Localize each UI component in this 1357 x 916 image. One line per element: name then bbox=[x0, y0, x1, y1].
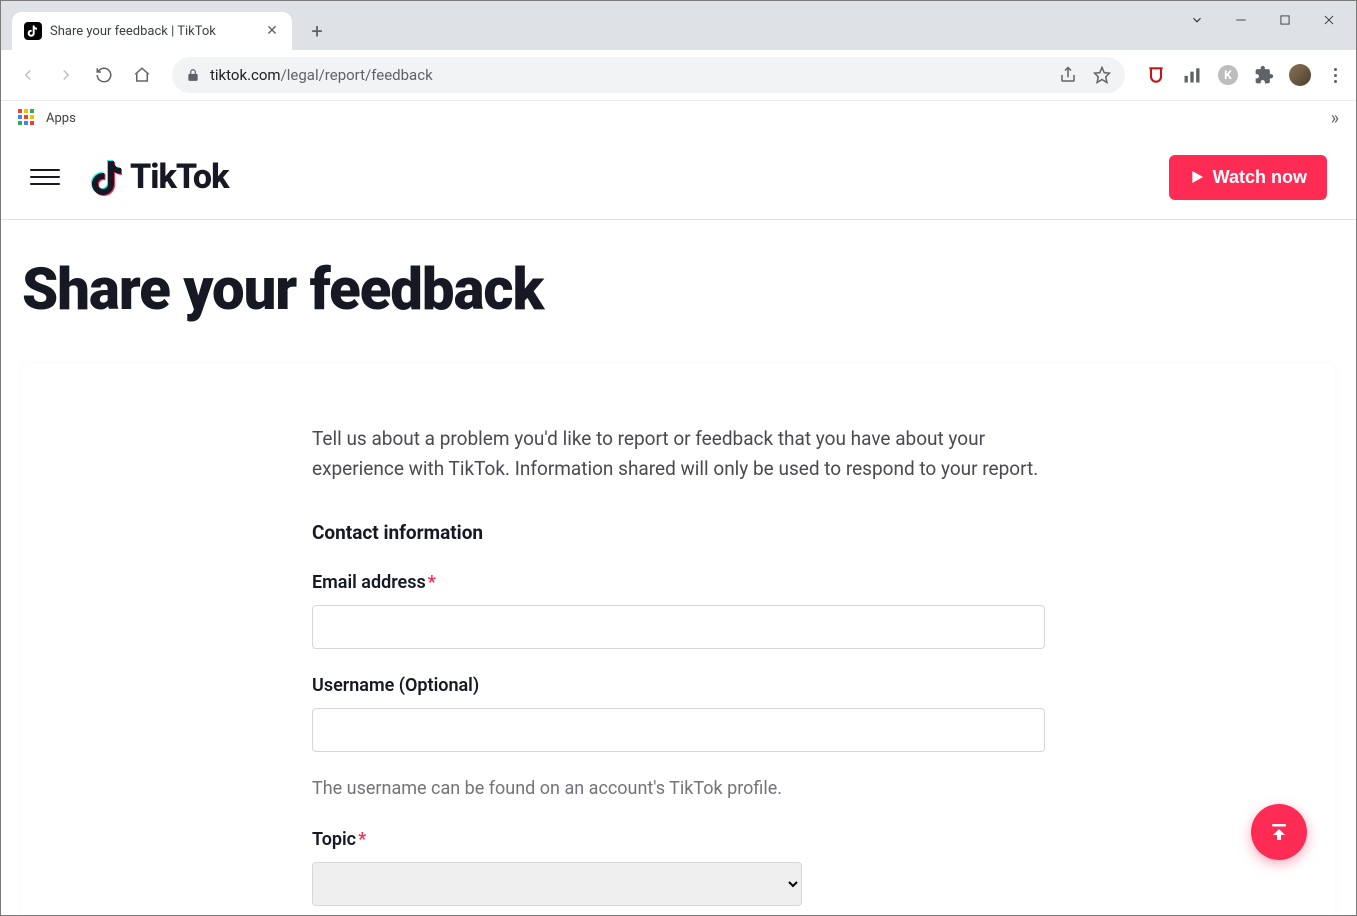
page-viewport[interactable]: TikTok Watch now Share your feedback Tel… bbox=[0, 135, 1357, 916]
email-field-group: Email address* bbox=[312, 572, 1045, 649]
logo-text: TikTok bbox=[130, 157, 228, 197]
extensions-button[interactable] bbox=[1253, 64, 1275, 86]
tab-bar: Share your feedback | TikTok ✕ + bbox=[0, 0, 1357, 50]
bookmark-star-icon[interactable] bbox=[1093, 66, 1111, 84]
bookmarks-bar: Apps » bbox=[0, 100, 1357, 135]
maximize-button[interactable] bbox=[1265, 4, 1305, 36]
apps-grid-icon[interactable] bbox=[18, 109, 36, 127]
arrow-up-to-line-icon bbox=[1267, 820, 1291, 844]
tiktok-logo[interactable]: TikTok bbox=[90, 157, 228, 197]
chevron-down-icon[interactable] bbox=[1177, 4, 1217, 36]
username-label: Username (Optional) bbox=[312, 675, 1045, 696]
page-title: Share your feedback bbox=[22, 256, 1335, 324]
browser-menu-button[interactable] bbox=[1325, 68, 1345, 83]
forward-button[interactable] bbox=[50, 59, 82, 91]
scroll-to-top-button[interactable] bbox=[1251, 804, 1307, 860]
intro-text: Tell us about a problem you'd like to re… bbox=[312, 424, 1045, 485]
topic-field-group: Topic* bbox=[312, 829, 1045, 906]
close-window-button[interactable] bbox=[1309, 4, 1349, 36]
extension-analytics-icon[interactable] bbox=[1181, 64, 1203, 86]
topic-label: Topic* bbox=[312, 829, 1045, 850]
hamburger-menu-button[interactable] bbox=[30, 169, 60, 185]
window-controls bbox=[1177, 4, 1349, 36]
new-tab-button[interactable]: + bbox=[302, 16, 332, 46]
watch-now-button[interactable]: Watch now bbox=[1169, 155, 1327, 200]
site-header: TikTok Watch now bbox=[0, 135, 1357, 220]
hero: Share your feedback bbox=[0, 220, 1357, 364]
required-asterisk: * bbox=[358, 829, 366, 850]
home-button[interactable] bbox=[126, 59, 158, 91]
reload-button[interactable] bbox=[88, 59, 120, 91]
apps-label[interactable]: Apps bbox=[46, 111, 76, 126]
browser-toolbar: tiktok.com/legal/report/feedback K bbox=[0, 50, 1357, 100]
username-hint: The username can be found on an account'… bbox=[312, 778, 1045, 799]
watch-now-label: Watch now bbox=[1213, 167, 1307, 188]
extension-k-icon[interactable]: K bbox=[1217, 64, 1239, 86]
username-input[interactable] bbox=[312, 708, 1045, 752]
play-icon bbox=[1189, 169, 1205, 185]
browser-chrome: Share your feedback | TikTok ✕ + tiktok.… bbox=[0, 0, 1357, 135]
profile-avatar[interactable] bbox=[1289, 64, 1311, 86]
address-bar[interactable]: tiktok.com/legal/report/feedback bbox=[172, 57, 1125, 93]
feedback-card: Tell us about a problem you'd like to re… bbox=[22, 364, 1335, 916]
bookmarks-overflow-icon[interactable]: » bbox=[1331, 108, 1339, 129]
browser-tab[interactable]: Share your feedback | TikTok ✕ bbox=[12, 12, 292, 50]
contact-section-label: Contact information bbox=[312, 521, 1045, 544]
email-input[interactable] bbox=[312, 605, 1045, 649]
tab-title: Share your feedback | TikTok bbox=[50, 24, 256, 39]
back-button[interactable] bbox=[12, 59, 44, 91]
tiktok-favicon-icon bbox=[24, 22, 42, 40]
lock-icon bbox=[186, 68, 200, 82]
extension-mcafee-icon[interactable] bbox=[1145, 64, 1167, 86]
share-icon[interactable] bbox=[1059, 66, 1077, 84]
tab-close-icon[interactable]: ✕ bbox=[264, 23, 280, 39]
username-field-group: Username (Optional) bbox=[312, 675, 1045, 752]
tiktok-note-icon bbox=[90, 157, 126, 197]
email-label: Email address* bbox=[312, 572, 1045, 593]
url-text: tiktok.com/legal/report/feedback bbox=[210, 66, 433, 84]
topic-select[interactable] bbox=[312, 862, 802, 906]
extensions-row: K bbox=[1139, 64, 1345, 86]
required-asterisk: * bbox=[428, 572, 436, 593]
minimize-button[interactable] bbox=[1221, 4, 1261, 36]
